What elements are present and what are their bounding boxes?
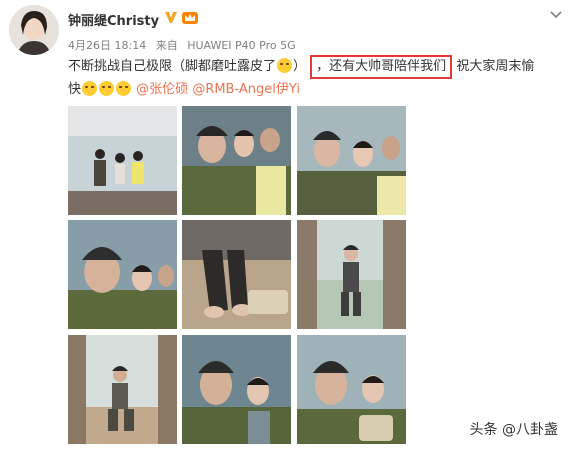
photo-selfie-smile[interactable] [297, 106, 406, 215]
watermark: 头条 @八卦盏 [469, 422, 558, 438]
member-crown-icon[interactable] [181, 8, 199, 26]
post-meta: 4月26日 18:14 来自 HUAWEI P40 Pro 5G [68, 37, 302, 53]
mention-link[interactable]: @张伦硕 [136, 82, 188, 97]
laughing-face-emoji [99, 81, 115, 96]
photo-woman-window[interactable] [297, 220, 406, 329]
text-part4: 快 [68, 82, 82, 97]
laughing-face-emoji [277, 58, 293, 73]
highlighted-text: ，还有大帅哥陪伴我们 [310, 55, 453, 79]
text-part3: 祝大家周末愉 [456, 59, 535, 74]
laughing-face-emoji [82, 81, 98, 96]
text-part2: ） [293, 59, 307, 74]
photo-feet-mat[interactable] [182, 220, 291, 329]
photo-selfie-pair[interactable] [297, 335, 406, 444]
username[interactable]: 钟丽缇Christy [68, 10, 159, 29]
mention-link[interactable]: @RMB-Angel伊Yi [192, 82, 300, 97]
photo-selfie-cap[interactable] [68, 220, 177, 329]
photo-selfie-duo[interactable] [182, 335, 291, 444]
laughing-face-emoji [116, 81, 132, 96]
post-date[interactable]: 4月26日 18:14 [68, 39, 146, 52]
photo-selfie-three[interactable] [182, 106, 291, 215]
text-part1: 不断挑战自己极限（脚都磨吐露皮了 [68, 59, 277, 74]
photo-grid [68, 106, 406, 444]
device-name: HUAWEI P40 Pro 5G [187, 39, 296, 52]
avatar[interactable] [9, 5, 59, 55]
photo-man-sitting[interactable] [68, 335, 177, 444]
source-prefix: 来自 [155, 39, 178, 52]
chevron-down-icon[interactable] [548, 6, 564, 19]
post-text: 不断挑战自己极限（脚都磨吐露皮了 ） ，还有大帅哥陪伴我们 祝大家周末愉 快 @张… [68, 55, 568, 101]
verified-v-icon [163, 9, 179, 25]
photo-gym-group[interactable] [68, 106, 177, 215]
